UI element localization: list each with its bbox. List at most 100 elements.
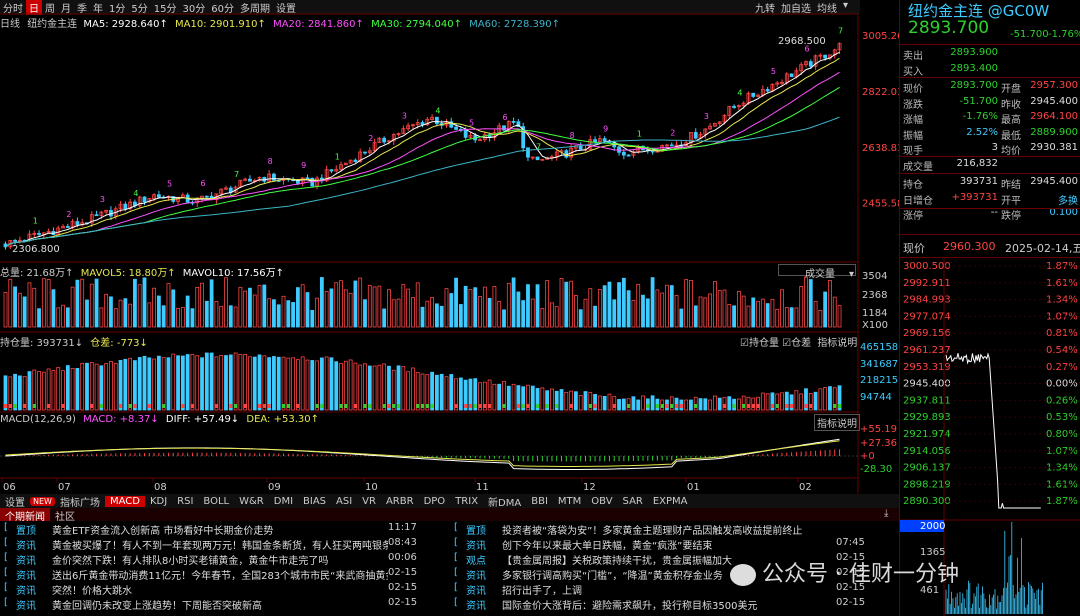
news-item[interactable]: [置顶 黄金ETF资金流入创新高 市场看好中长期金价走势 11:17 (4, 522, 432, 537)
indicator-tab[interactable]: TRIX (450, 496, 483, 507)
macd-value: MACD: +8.37↓ (83, 414, 159, 425)
indicator-tab[interactable]: ARBR (381, 496, 419, 507)
oi-change-bar (4, 404, 7, 408)
mini-price-tick: 2890.300 (903, 496, 951, 507)
divider (900, 257, 1080, 258)
news-title[interactable]: 黄金被买爆了！有人不到一年套现两万元！韩国金条断货，有人狂买两吨银条 (52, 537, 388, 552)
oi-bar (358, 364, 363, 411)
news-title[interactable]: 送出6斤黄金带动消费11亿元！今年春节，全国283个城市市民“来武商抽黄金” (52, 567, 388, 582)
volume-bar (487, 297, 492, 328)
nine-turn-marker: 6 (804, 45, 809, 54)
macd-explain-button[interactable]: 指标说明 (814, 414, 860, 431)
indicator-tab[interactable]: BIAS (298, 496, 331, 507)
indicator-tab[interactable]: EXPMA (648, 496, 693, 507)
volume-bar (51, 289, 56, 328)
volume-dropdown[interactable]: 成交量 ▾ (778, 264, 856, 280)
oi-change-bar (382, 404, 386, 408)
volume-bar (305, 292, 310, 328)
quote-value: -- (990, 207, 998, 218)
oi-change-bar (181, 404, 185, 408)
indicator-tab[interactable]: 设置 (0, 494, 30, 509)
oi-bar (339, 363, 343, 411)
news-item[interactable]: [资讯 突然！价格大跳水 02-15 (4, 582, 432, 597)
volume-bar (550, 302, 554, 328)
indicator-tab[interactable]: 新DMA (483, 494, 526, 509)
mini-price-tick: 2953.319 (903, 362, 951, 373)
news-title[interactable]: 黄金ETF资金流入创新高 市场看好中长期金价走势 (52, 522, 388, 537)
mini-price-tick: 2898.219 (903, 479, 951, 490)
news-item[interactable]: [资讯 送出6斤黄金带动消费11亿元！今年春节，全国283个城市市民“来武商抽黄金… (4, 567, 432, 582)
indicator-tab[interactable]: DPO (419, 496, 451, 507)
indicator-tab[interactable]: DMI (269, 496, 298, 507)
quote-label-2: 均价 (1001, 146, 1021, 157)
mini-pct-tick: 1.34% (1046, 295, 1078, 306)
news-item[interactable]: [资讯 国际金价大涨背后：避险需求飙升，投行称目标3500美元 02-15 (454, 597, 880, 612)
nine-turn-marker: 5 (469, 119, 474, 128)
volume-bar (17, 292, 22, 328)
indicator-tab[interactable]: ASI (331, 496, 357, 507)
bracket-icon: [ (4, 582, 8, 593)
volume-bar (367, 284, 372, 328)
indicator-tab[interactable]: VR (357, 496, 381, 507)
indicator-tab[interactable]: BOLL (198, 496, 234, 507)
oi-bar (27, 371, 32, 411)
candle (305, 177, 310, 180)
oi-bar (583, 391, 588, 411)
news-tab[interactable]: 社区 (50, 508, 80, 523)
volume-bar (492, 286, 497, 328)
candle (272, 173, 276, 181)
oi-bar (343, 360, 348, 411)
news-tag: 资讯 (16, 601, 36, 612)
oi-checkbox[interactable]: ☑ (740, 338, 749, 349)
indicator-tab[interactable]: NEW (30, 496, 55, 506)
oi-bar (133, 360, 137, 411)
volume-bar (478, 296, 482, 328)
news-title[interactable]: 黄金回调仍未改变上涨趋势！下周能否突破新高 (52, 597, 388, 612)
news-title[interactable]: 突然！价格大跳水 (52, 582, 388, 597)
indicator-tabs: 设置 NEW 指标广场 MACD KDJ RSI BOLL W&R DMI BIAS ASI VR AR… (0, 494, 899, 509)
news-title[interactable]: 投资者被“落袋为安”！多家黄金主题理财产品因触发高收益提前终止 (502, 522, 836, 537)
news-time: 02-15 (388, 567, 418, 578)
oi-explain-button[interactable]: 指标说明 (817, 338, 857, 349)
volume-bar (425, 300, 430, 328)
news-title[interactable]: 创下今年以来最大单日跌幅，黄金“疯涨”要结束 (502, 537, 836, 552)
oi-bar (382, 363, 387, 411)
news-tab[interactable]: 个期新闻 (0, 508, 50, 523)
indicator-tab[interactable]: OBV (586, 496, 617, 507)
indicator-tab[interactable]: RSI (172, 496, 198, 507)
volume-bar (353, 280, 358, 328)
news-item[interactable]: [资讯 创下今年以来最大单日跌幅，黄金“疯涨”要结束 07:45 (454, 537, 880, 552)
volume-bar (334, 282, 339, 328)
indicator-tab[interactable]: MTM (553, 496, 586, 507)
news-title[interactable]: 金价突然下跌！有人排队8小时买老铺黄金，黄金牛市走完了吗 (52, 552, 388, 567)
oi-change-checkbox[interactable]: ☑ (782, 338, 791, 349)
oi-bar (276, 356, 281, 411)
watermark-text: 公众号 · 佳财一分钟 (762, 562, 959, 587)
total-volume: 总量: 21.68万↑ (0, 268, 74, 279)
news-item[interactable]: [资讯 金价突然下跌！有人排队8小时买老铺黄金，黄金牛市走完了吗 00:06 (4, 552, 432, 567)
oi-change-bar (679, 404, 683, 408)
news-time: 00:06 (388, 552, 417, 563)
indicator-tab[interactable]: MACD (104, 495, 145, 507)
indicator-tab[interactable]: 指标广场 (55, 494, 105, 509)
indicator-tab[interactable]: BBI (526, 496, 553, 507)
indicator-tab[interactable]: SAR (618, 496, 648, 507)
volume-bar (324, 291, 329, 328)
bracket-icon: [ (4, 522, 8, 533)
oi-change-value: 仓差: -773↓ (90, 338, 148, 349)
download-icon[interactable]: ⤓ (884, 508, 888, 519)
indicator-tab[interactable]: W&R (234, 496, 269, 507)
news-title[interactable]: 国际金价大涨背后：避险需求飙升，投行称目标3500美元 (502, 597, 836, 612)
volume-bar (166, 283, 171, 328)
news-item[interactable]: [置顶 投资者被“落袋为安”！多家黄金主题理财产品因触发高收益提前终止 (454, 522, 880, 537)
volume-bar (37, 308, 41, 328)
volume-bar (650, 277, 655, 328)
oi-change-bar (569, 404, 573, 408)
nine-turn-marker: 1 (637, 129, 642, 138)
news-item[interactable]: [资讯 黄金回调仍未改变上涨趋势！下周能否突破新高 02-15 (4, 597, 432, 612)
indicator-tab[interactable]: KDJ (145, 496, 172, 507)
news-item[interactable]: [资讯 黄金被买爆了！有人不到一年套现两万元！韩国金条断货，有人狂买两吨银条 08:… (4, 537, 432, 552)
news-tag: 观点 (466, 556, 486, 567)
candle (602, 138, 607, 142)
nine-turn-marker: 2 (66, 210, 71, 219)
